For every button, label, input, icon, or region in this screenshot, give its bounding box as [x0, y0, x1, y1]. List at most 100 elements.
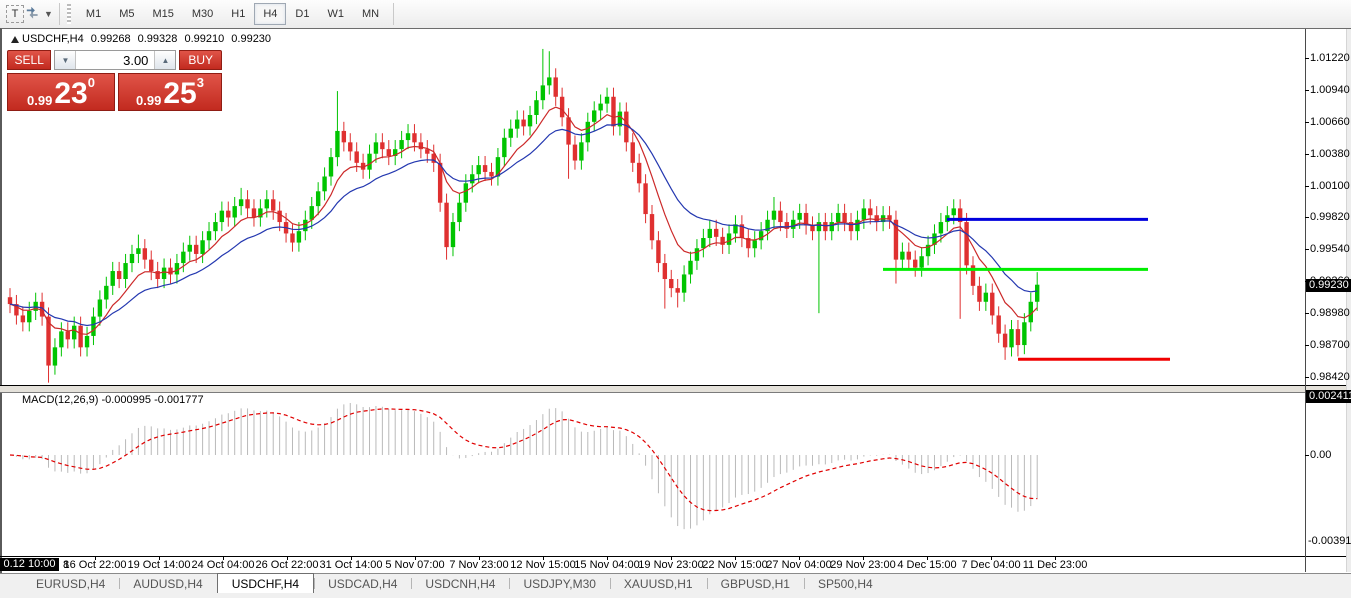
- chevron-down-icon: ▼: [44, 9, 53, 19]
- candle-body: [772, 211, 776, 220]
- timeframe-button-m30[interactable]: M30: [183, 3, 222, 25]
- chart-tab-xauusd[interactable]: XAUUSD,H1: [610, 574, 707, 593]
- chart-tab-gbpusd[interactable]: GBPUSD,H1: [707, 574, 804, 593]
- candle-body: [233, 206, 237, 217]
- time-axis-label: 7 Nov 23:00: [449, 559, 508, 571]
- timeframe-button-w1[interactable]: W1: [318, 3, 353, 25]
- candle-body: [817, 222, 821, 231]
- candle-body: [1016, 329, 1020, 345]
- close-value: 0.99230: [231, 33, 271, 45]
- candle-body: [444, 203, 448, 247]
- candle-body: [509, 129, 513, 138]
- timeframe-button-m1[interactable]: M1: [77, 3, 110, 25]
- candle-body: [1003, 334, 1007, 348]
- timeframe-button-m15[interactable]: M15: [143, 3, 182, 25]
- candle-body: [528, 115, 532, 126]
- sell-price-button[interactable]: 0.99 23 0: [7, 73, 115, 111]
- chart-tab-usdcnh[interactable]: USDCNH,H4: [411, 574, 509, 593]
- high-value: 0.99328: [138, 33, 178, 45]
- candle-body: [470, 174, 474, 183]
- time-axis-tick: [415, 557, 416, 560]
- chart-tab-audusd[interactable]: AUDUSD,H4: [119, 574, 216, 593]
- text-tool-icon[interactable]: T: [6, 5, 24, 23]
- panel-splitter[interactable]: [0, 386, 1351, 393]
- current-price-badge: 0.99230: [1306, 279, 1351, 292]
- buy-price-button[interactable]: 0.99 25 3: [118, 73, 222, 111]
- low-value: 0.99210: [184, 33, 224, 45]
- candle-body: [907, 252, 911, 260]
- candle-body: [194, 245, 198, 254]
- price-axis-label: 0.98980: [1310, 307, 1350, 319]
- time-axis-label: 27 Nov 04:00: [766, 559, 831, 571]
- candle-body: [753, 240, 757, 248]
- candle-body: [919, 256, 923, 267]
- time-axis-tick: [159, 557, 160, 560]
- candle-body: [155, 271, 159, 279]
- sell-price-prefix: 0.99: [27, 94, 52, 107]
- candle-body: [797, 213, 801, 220]
- chart-tab-eurusd[interactable]: EURUSD,H4: [22, 574, 119, 593]
- price-axis-label: 1.00660: [1310, 116, 1350, 128]
- candle-body: [643, 183, 647, 214]
- crosshair-time-badge: 0.12 10:00: [0, 558, 59, 571]
- window-scrollbar[interactable]: [1346, 29, 1351, 572]
- price-axis-tick: [1305, 58, 1309, 59]
- candle-body: [823, 222, 827, 231]
- price-axis-tick: [1305, 186, 1309, 187]
- candle-body: [322, 176, 326, 191]
- price-axis-divider: [1305, 29, 1306, 572]
- chart-shift-arrow-icon[interactable]: [11, 36, 19, 43]
- chart-tab-sp500[interactable]: SP500,H4: [804, 574, 887, 593]
- timeframe-button-h4[interactable]: H4: [254, 3, 286, 25]
- timeframe-button-d1[interactable]: D1: [286, 3, 318, 25]
- time-axis-tick: [607, 557, 608, 560]
- status-bar: [0, 593, 1351, 598]
- chart-tab-usdcad[interactable]: USDCAD,H4: [314, 574, 411, 593]
- volume-decrease-button[interactable]: ▼: [55, 51, 76, 69]
- candle-body: [579, 142, 583, 160]
- macd-axis-min-label: -0.003913: [1308, 535, 1351, 547]
- candle-body: [862, 208, 866, 219]
- chart-tab-usdchf[interactable]: USDCHF,H4: [217, 573, 314, 593]
- candle-body: [1022, 322, 1026, 345]
- candle-body: [573, 145, 577, 161]
- candle-body: [476, 165, 480, 174]
- price-axis-label: 0.99820: [1310, 211, 1350, 223]
- candle-body: [123, 263, 127, 279]
- timeframe-button-m5[interactable]: M5: [110, 3, 143, 25]
- chart-tab-usdjpy[interactable]: USDJPY,M30: [509, 574, 609, 593]
- candle-body: [412, 133, 416, 142]
- candle-body: [560, 97, 564, 118]
- timeframe-button-mn[interactable]: MN: [353, 3, 388, 25]
- candle-body: [836, 213, 840, 222]
- time-axis-label: 12 Nov 15:00: [510, 559, 575, 571]
- candle-body: [21, 315, 25, 322]
- candle-body: [637, 163, 641, 184]
- time-axis-label: 31 Oct 14:00: [320, 559, 383, 571]
- time-axis-label: 11 Dec 23:00: [1023, 559, 1088, 571]
- buy-button[interactable]: BUY: [179, 50, 222, 70]
- double-arrow-icon: [25, 7, 41, 21]
- candle-body: [387, 149, 391, 156]
- price-axis-label: 0.98420: [1310, 371, 1350, 383]
- candle-body: [27, 311, 31, 322]
- candle-body: [990, 293, 994, 316]
- candle-body: [277, 211, 281, 222]
- toolbar-grip[interactable]: [67, 4, 71, 24]
- candle-body: [489, 172, 493, 177]
- candle-body: [175, 263, 179, 274]
- candle-body: [354, 151, 358, 162]
- one-click-trading-panel: SELL ▼ 3.00 ▲ BUY 0.99 23 0 0.99 25 3: [7, 50, 222, 111]
- timeframe-button-h1[interactable]: H1: [222, 3, 254, 25]
- candle-body: [952, 208, 956, 215]
- cycle-symbols-button[interactable]: ▼: [25, 3, 53, 25]
- candle-body: [663, 263, 667, 279]
- volume-value[interactable]: 3.00: [76, 51, 154, 69]
- candle-body: [303, 220, 307, 231]
- sell-button[interactable]: SELL: [7, 50, 51, 70]
- candle-body: [406, 133, 410, 140]
- macd-indicator-canvas[interactable]: [2, 393, 1305, 556]
- time-axis-label: 22 Nov 15:00: [702, 559, 767, 571]
- volume-increase-button[interactable]: ▲: [154, 51, 175, 69]
- candle-body: [348, 142, 352, 151]
